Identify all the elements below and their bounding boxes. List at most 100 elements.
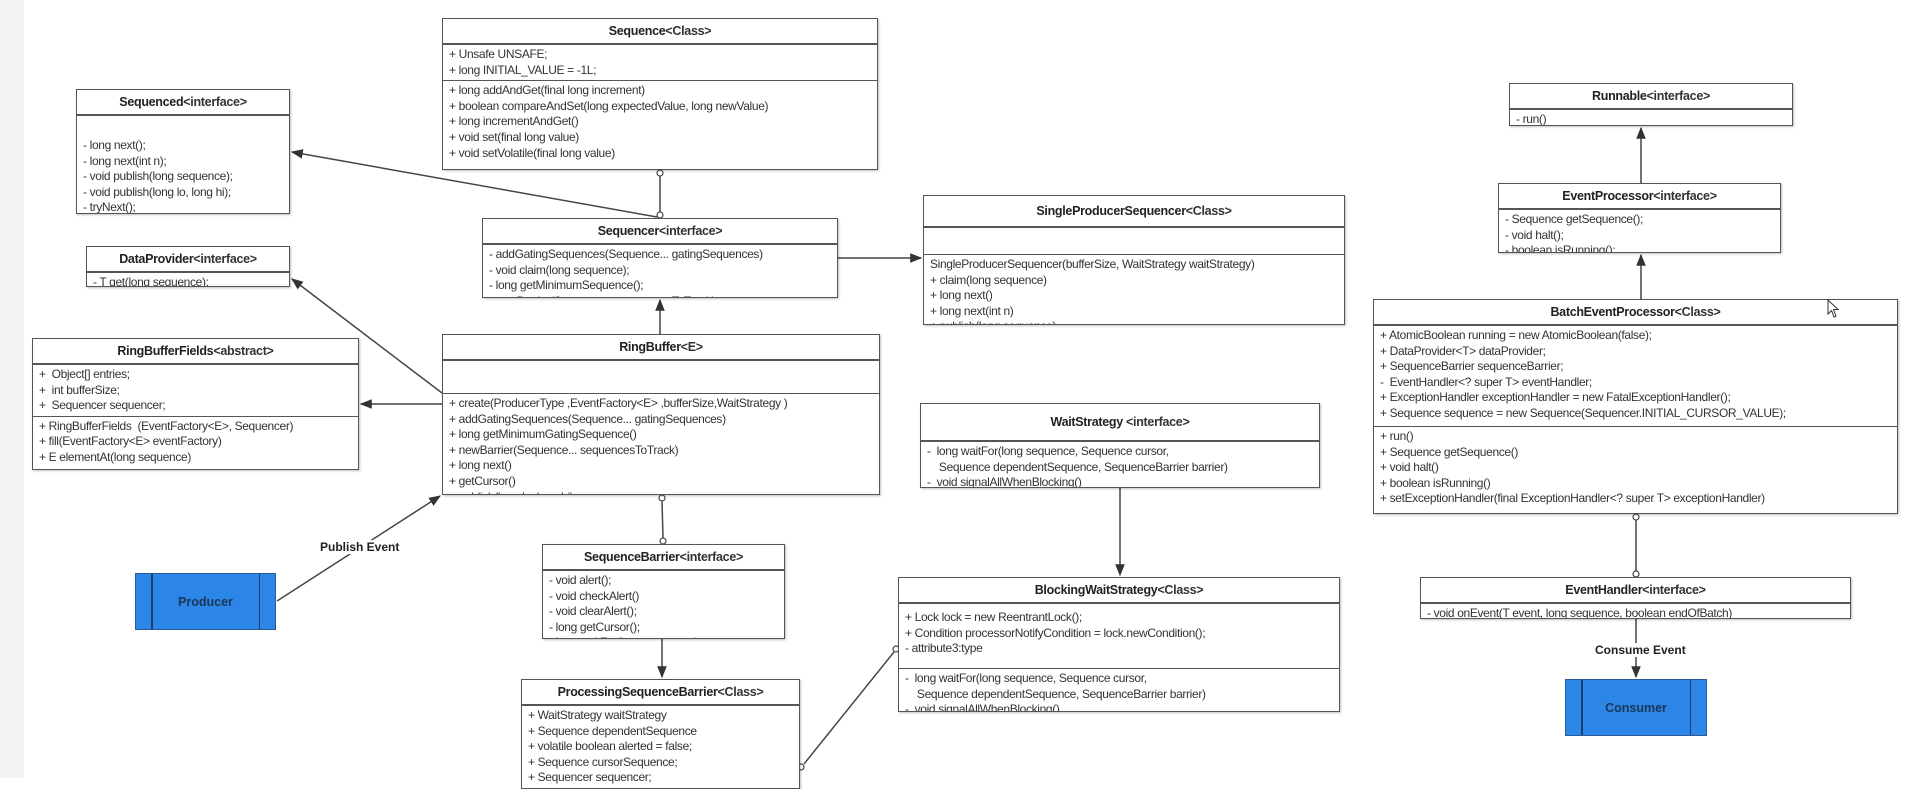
attributes-section: + Object[] entries; + int bufferSize; + Se… — [33, 365, 358, 416]
class-name: RingBuffer — [619, 340, 681, 354]
class-title: SingleProducerSequencer<Class> — [924, 196, 1344, 228]
consumer-actor[interactable]: Consumer — [1565, 679, 1707, 736]
members-section: + WaitStrategy waitStrategy + Sequence de… — [522, 706, 799, 788]
member-line: + int bufferSize; — [39, 382, 120, 397]
class-box-runnable[interactable]: Runnable<interface> - run() — [1509, 83, 1793, 126]
members-section: - run() — [1510, 110, 1792, 126]
member-line: - void signalAllWhenBlocking() — [927, 475, 1082, 488]
member-line: + Lock lock = new ReentrantLock(); — [905, 610, 1082, 624]
class-name: DataProvider — [119, 252, 194, 266]
member-line: Sequence dependentSequence, SequenceBarr… — [905, 686, 1206, 701]
class-name: SequenceBarrier — [584, 550, 680, 564]
members-section: - long next(); - long next(int n); - void … — [77, 116, 289, 214]
member-line: - void publish(long lo, long hi); — [83, 184, 231, 199]
member-line: + publish(long sequence) — [930, 319, 1338, 324]
class-stereotype: <Class> — [1157, 583, 1204, 597]
link-ringbuffer-sequencebarrier — [661, 500, 664, 539]
class-box-sequence[interactable]: Sequence<Class> + Unsafe UNSAFE; + long IN… — [442, 18, 878, 170]
member-line: + long incrementAndGet() — [449, 114, 579, 129]
class-title: BatchEventProcessor<Class> — [1374, 300, 1897, 326]
member-line: - long next(int n); — [83, 153, 167, 168]
member-line: - Sequence getSequence(); — [1505, 212, 1644, 226]
member-line: + Sequence dependentSequence — [528, 723, 697, 738]
mouse-cursor-icon — [1827, 299, 1840, 318]
class-title: RingBufferFields<abstract> — [33, 339, 358, 365]
member-line: - EventHandler<? super T> eventHandler; — [1380, 374, 1592, 389]
class-box-eventprocessor[interactable]: EventProcessor<interface> - Sequence getS… — [1498, 183, 1781, 253]
member-line: - tryNext(); — [83, 200, 136, 214]
class-box-batcheventprocessor[interactable]: BatchEventProcessor<Class> + AtomicBoolea… — [1373, 299, 1898, 514]
class-name: Sequence — [608, 24, 666, 38]
member-line: + long INITIAL_VALUE = -1L; — [449, 62, 597, 77]
member-line: + setExceptionHandler(final ExceptionHan… — [1380, 491, 1765, 506]
class-stereotype: <Class> — [1185, 204, 1232, 218]
class-stereotype: <interface> — [679, 550, 744, 564]
member-line: + Sequence sequence = new Sequence(Seque… — [1380, 405, 1786, 420]
class-name: WaitStrategy — [1050, 415, 1127, 429]
class-name: SingleProducerSequencer — [1036, 204, 1186, 218]
member-line: + ExceptionHandler exceptionHandler = ne… — [1380, 390, 1731, 405]
attributes-section — [443, 361, 879, 393]
members-section: - void onEvent(T event, long sequence, b… — [1421, 604, 1850, 618]
class-box-dataprovider[interactable]: DataProvider<interface> - T get(long sequ… — [86, 246, 290, 287]
link-processing-blocking — [803, 651, 895, 765]
class-box-processingsequencebarrier[interactable]: ProcessingSequenceBarrier<Class> + WaitSt… — [521, 679, 800, 789]
attributes-section: + AtomicBoolean running = new AtomicBool… — [1374, 326, 1897, 426]
class-title: EventProcessor<interface> — [1499, 184, 1780, 210]
class-box-singleproducersequencer[interactable]: SingleProducerSequencer<Class> SingleProd… — [923, 195, 1345, 325]
member-line: + boolean compareAndSet(long expectedVal… — [449, 98, 769, 113]
class-box-sequenced[interactable]: Sequenced<interface> - long next(); - long… — [76, 89, 290, 214]
class-title: WaitStrategy <interface> — [921, 404, 1319, 442]
member-line: - void clearAlert(); — [549, 604, 637, 619]
class-name: EventProcessor — [1562, 189, 1654, 203]
member-line: + long next(int n) — [930, 303, 1014, 318]
class-box-blockingwaitstrategy[interactable]: BlockingWaitStrategy<Class> + Lock lock =… — [898, 577, 1340, 712]
member-line: - void checkAlert() — [549, 588, 640, 603]
producer-label: Producer — [178, 594, 233, 609]
members-section: - long waitFor(long sequence, Sequence c… — [899, 668, 1339, 711]
member-line: - long waitFor(long sequence, Sequence c… — [927, 444, 1169, 458]
class-stereotype: <Class> — [665, 24, 712, 38]
class-box-eventhandler[interactable]: EventHandler<interface> - void onEvent(T … — [1420, 577, 1851, 619]
members-section: SingleProducerSequencer(bufferSize, Wait… — [924, 254, 1344, 324]
member-line: + run() — [1380, 429, 1414, 443]
class-stereotype: <interface> — [193, 252, 257, 266]
producer-actor[interactable]: Producer — [135, 573, 276, 630]
member-line: + publish(long lo, long hi) — [449, 490, 873, 494]
member-line: - long next(); — [83, 138, 146, 152]
member-line: - boolean isRunning(); — [1505, 243, 1616, 253]
class-title: BlockingWaitStrategy<Class> — [899, 578, 1339, 604]
member-line: + void setVolatile(final long value) — [449, 145, 615, 160]
class-title: SequenceBarrier<interface> — [543, 545, 784, 571]
member-line: - addGatingSequences(Sequence... gatingS… — [489, 247, 763, 261]
class-box-ringbufferfields[interactable]: RingBufferFields<abstract> + Object[] ent… — [32, 338, 359, 470]
member-line: - void publish(long sequence); — [83, 169, 233, 184]
publish-event-label: Publish Event — [318, 540, 402, 554]
class-box-sequencebarrier[interactable]: SequenceBarrier<interface> - void alert()… — [542, 544, 785, 639]
members-section: - Sequence getSequence(); - void halt(); -… — [1499, 210, 1780, 253]
member-line: - newBarrier(Sequence... sequencesToTrac… — [489, 294, 831, 297]
member-line: + volatile boolean alerted = false; — [528, 739, 692, 754]
member-line: + Sequencer sequencer; — [39, 398, 166, 413]
member-line: + Sequencer sequencer; — [528, 770, 652, 785]
attributes-section: + Unsafe UNSAFE; + long INITIAL_VALUE = -… — [443, 45, 877, 80]
member-line: - T get(long sequence); — [93, 275, 209, 287]
class-box-ringbuffer[interactable]: RingBuffer<E> + create(ProducerType ,Even… — [442, 334, 880, 495]
class-title: EventHandler<interface> — [1421, 578, 1850, 604]
class-box-waitstrategy[interactable]: WaitStrategy <interface> - long waitFor(l… — [920, 403, 1320, 488]
member-line: + create(ProducerType ,EventFactory<E> ,… — [449, 396, 788, 410]
class-title: Sequenced<interface> — [77, 90, 289, 116]
member-line: + getCursor() — [449, 473, 516, 488]
class-name: RingBufferFields — [117, 344, 214, 358]
class-name: Runnable — [1592, 89, 1647, 103]
member-line: - void claim(long sequence); — [489, 262, 630, 277]
class-name: Sequencer — [597, 224, 660, 238]
member-line: - attribute3:type — [905, 641, 983, 656]
member-line: - run() — [1516, 112, 1547, 126]
member-line: - void alert(); — [549, 573, 612, 587]
consume-event-label: Consume Event — [1593, 643, 1688, 657]
class-box-sequencer[interactable]: Sequencer<interface> - addGatingSequences… — [482, 218, 838, 298]
member-line: + long addAndGet(final long increment) — [449, 83, 645, 98]
member-line: + addGatingSequences(Sequence... gatingS… — [449, 411, 726, 426]
member-line: + fill(EventFactory<E> eventFactory) — [39, 434, 222, 449]
